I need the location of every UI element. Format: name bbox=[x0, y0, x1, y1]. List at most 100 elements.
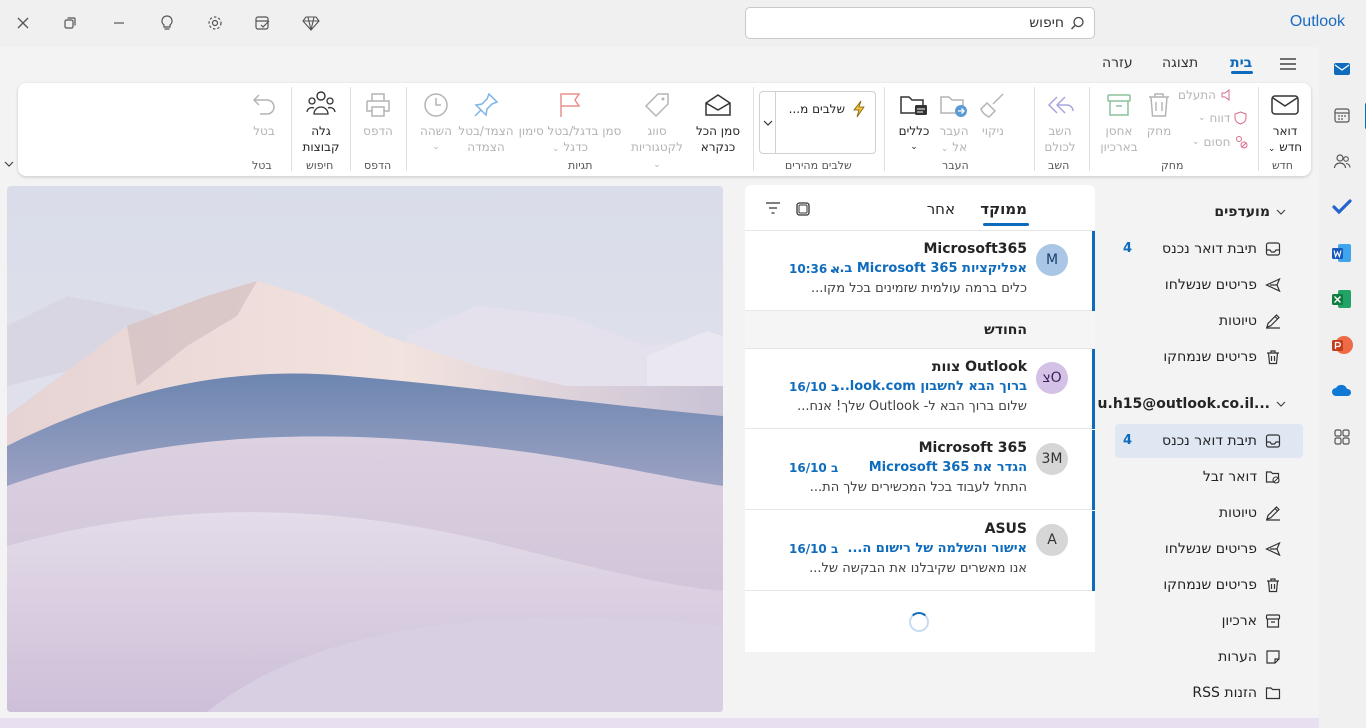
hamburger-menu-icon[interactable] bbox=[1279, 56, 1297, 72]
message-preview: התחל לעבוד בכל המכשירים שלך הת... bbox=[809, 480, 1027, 495]
ignore-button[interactable]: התעלם bbox=[1178, 88, 1234, 102]
chevron-down-icon: ⌄ bbox=[1267, 144, 1276, 154]
message-item[interactable]: צO צוות Outlook ברוך הבא לחשבון look.com..… bbox=[745, 349, 1095, 429]
folder-item[interactable]: הזנות RSS bbox=[1115, 676, 1303, 710]
calendar-icon[interactable] bbox=[1330, 103, 1354, 127]
group-label-search: חיפוש bbox=[306, 159, 334, 172]
my-day-icon[interactable] bbox=[251, 11, 275, 35]
diamond-icon[interactable] bbox=[299, 11, 323, 35]
reply-all-button[interactable]: השב לכולם bbox=[1038, 89, 1082, 155]
people-icon[interactable] bbox=[1330, 149, 1354, 173]
tag-icon bbox=[641, 89, 673, 121]
mail-icon[interactable] bbox=[1330, 57, 1354, 81]
folder-item[interactable]: פריטים שנמחקו bbox=[1115, 568, 1303, 602]
unread-indicator bbox=[1092, 349, 1095, 429]
message-item[interactable]: 3M Microsoft 365 הגדר את Microsoft 365 ב 16… bbox=[745, 430, 1095, 510]
junk-icon bbox=[1265, 469, 1281, 485]
report-button[interactable]: דווח ⌄ bbox=[1198, 111, 1247, 125]
todo-icon[interactable] bbox=[1330, 195, 1354, 219]
folder-item[interactable]: טיוטות bbox=[1115, 496, 1303, 530]
search-box[interactable] bbox=[745, 7, 1095, 39]
powerpoint-icon[interactable] bbox=[1330, 333, 1354, 357]
folder-item[interactable]: ארכיון bbox=[1115, 604, 1303, 638]
ribbon-separator bbox=[1258, 87, 1259, 171]
undo-button[interactable]: בטל bbox=[244, 89, 284, 139]
ribbon-separator bbox=[1089, 87, 1090, 171]
tab-view[interactable]: תצוגה bbox=[1162, 55, 1198, 71]
folder-item[interactable]: פריטים שנשלחו bbox=[1115, 268, 1303, 302]
favorites-header[interactable]: מועדפים bbox=[1214, 204, 1286, 220]
gear-icon[interactable] bbox=[203, 11, 227, 35]
word-icon[interactable] bbox=[1330, 241, 1354, 265]
ribbon-separator bbox=[350, 87, 351, 171]
archive-button[interactable]: אחסן בארכיון bbox=[1094, 89, 1144, 155]
trash-icon bbox=[1265, 577, 1281, 593]
unread-indicator bbox=[1092, 511, 1095, 591]
group-label-delete: מחק bbox=[1161, 159, 1184, 172]
sweep-button[interactable]: ניקוי bbox=[976, 89, 1010, 139]
folder-item[interactable]: טיוטות bbox=[1115, 304, 1303, 338]
inbox-icon bbox=[1265, 433, 1281, 449]
tab-home[interactable]: בית bbox=[1230, 55, 1252, 71]
undo-icon bbox=[248, 89, 280, 121]
pin-icon bbox=[470, 89, 502, 121]
group-label-quick-steps: שלבים מהירים bbox=[785, 159, 852, 172]
close-icon[interactable] bbox=[11, 11, 35, 35]
message-item[interactable]: A ASUS אישור והשלמה של רישום ה... ב 16/10 אנ… bbox=[745, 511, 1095, 591]
avatar: 3M bbox=[1036, 443, 1068, 475]
tab-other[interactable]: אחר bbox=[927, 200, 955, 218]
excel-icon[interactable] bbox=[1330, 287, 1354, 311]
select-icon[interactable] bbox=[795, 201, 811, 217]
folder-item[interactable]: תיבת דואר נכנס 4 bbox=[1115, 424, 1303, 458]
minimize-icon[interactable] bbox=[107, 11, 131, 35]
folder-label: תיבת דואר נכנס bbox=[1162, 433, 1257, 449]
categorize-button[interactable]: סווג לקטגוריות ⌄ bbox=[626, 89, 688, 173]
folder-item[interactable]: הערות bbox=[1115, 640, 1303, 674]
shield-icon bbox=[1234, 111, 1247, 125]
search-input[interactable] bbox=[764, 13, 1064, 33]
discover-groups-button[interactable]: גלה קבוצות bbox=[298, 89, 344, 155]
tab-help[interactable]: עזרה bbox=[1102, 55, 1133, 71]
message-date: ב 16/10 bbox=[789, 461, 839, 475]
folder-label: טיוטות bbox=[1218, 313, 1257, 329]
group-label-undo: בטל bbox=[252, 159, 272, 172]
quick-steps-gallery[interactable]: שלבים מ... bbox=[759, 91, 876, 154]
delete-button[interactable]: מחק bbox=[1142, 89, 1176, 139]
lightbulb-icon[interactable] bbox=[155, 11, 179, 35]
print-button[interactable]: הדפס bbox=[358, 89, 398, 139]
new-mail-button[interactable]: דואר חדש ⌄ bbox=[1264, 89, 1306, 157]
pin-button[interactable]: הצמד/בטל הצמדה bbox=[458, 89, 514, 155]
chevron-down-icon bbox=[1276, 208, 1286, 216]
account-header[interactable]: u.h15@outlook.co.il... bbox=[1098, 396, 1286, 412]
move-to-button[interactable]: העבר אל ⌄ bbox=[934, 89, 974, 157]
folder-item[interactable]: דואר זבל bbox=[1115, 460, 1303, 494]
send-icon bbox=[1265, 541, 1281, 557]
flag-icon bbox=[554, 89, 586, 121]
tab-focused-underline bbox=[983, 223, 1029, 226]
snooze-button[interactable]: השהה ⌄ bbox=[416, 89, 456, 155]
message-sender: Microsoft365 bbox=[923, 241, 1027, 257]
onedrive-icon[interactable] bbox=[1330, 379, 1354, 403]
block-button[interactable]: חסום ⌄ bbox=[1192, 135, 1248, 149]
pencil-icon bbox=[1265, 505, 1281, 521]
flag-button[interactable]: סמן בדגל/בטל סימון כדגל ⌄ bbox=[518, 89, 622, 157]
group-label-tags: תגיות bbox=[568, 159, 593, 172]
folder-item[interactable]: פריטים שנשלחו bbox=[1115, 532, 1303, 566]
quick-steps-expand-button[interactable] bbox=[760, 92, 776, 153]
folder-item[interactable]: תיבת דואר נכנס 4 bbox=[1115, 232, 1303, 266]
restore-icon[interactable] bbox=[58, 11, 82, 35]
mark-all-read-button[interactable]: סמן הכל כנקרא bbox=[690, 89, 746, 155]
folder-item[interactable]: פריטים שנמחקו bbox=[1115, 340, 1303, 374]
section-header: החודש bbox=[745, 311, 1095, 349]
reply-all-icon bbox=[1044, 89, 1076, 121]
message-preview: שלום ברוך הבא ל- Outlook שלך! אנח... bbox=[797, 399, 1027, 414]
folder-icon bbox=[1265, 685, 1281, 701]
filter-icon[interactable] bbox=[765, 201, 781, 215]
ribbon-collapse-icon[interactable] bbox=[4, 160, 14, 168]
message-item[interactable]: M Microsoft365 אפליקציות Microsoft 365 ב..… bbox=[745, 231, 1095, 311]
rules-button[interactable]: כללים ⌄ bbox=[894, 89, 934, 155]
tab-focused[interactable]: ממוקד bbox=[980, 200, 1027, 218]
group-label-reply: השב bbox=[1048, 159, 1070, 172]
ribbon-separator bbox=[406, 87, 407, 171]
more-apps-icon[interactable] bbox=[1330, 425, 1354, 449]
